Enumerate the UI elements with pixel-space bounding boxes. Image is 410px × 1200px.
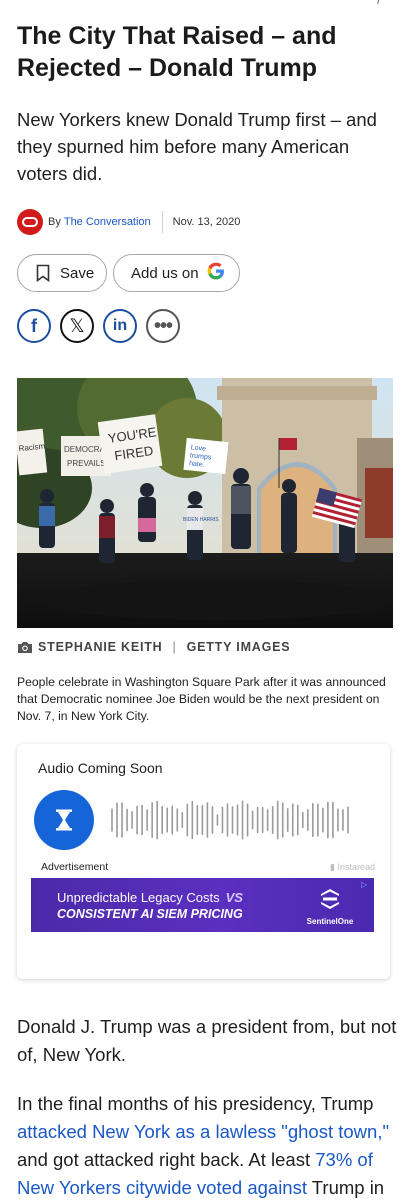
- audio-play-button[interactable]: [34, 790, 94, 850]
- ad-line1: Unpredictable Legacy Costs VS: [57, 890, 243, 905]
- credit-photographer: STEPHANIE KEITH: [38, 640, 163, 654]
- ad-vs: VS: [225, 890, 243, 905]
- ad-banner[interactable]: Unpredictable Legacy Costs VS CONSISTENT …: [31, 878, 374, 932]
- ad-line2: CONSISTENT AI SIEM PRICING: [57, 907, 243, 921]
- save-button-label: Save: [60, 264, 95, 282]
- byline-divider: [161, 211, 163, 233]
- audio-waveform: [111, 800, 349, 840]
- instaread-brand: ▮ Instaread: [330, 862, 375, 872]
- byline: By The Conversation Nov. 13, 2020: [17, 208, 240, 236]
- ad-brand-name: SentinelOne: [306, 917, 354, 926]
- para2-text-2: and got attacked right back. At least: [17, 1149, 316, 1170]
- ghost-town-link[interactable]: attacked New York as a lawless "ghost to…: [17, 1121, 389, 1142]
- instaread-label: Instaread: [337, 862, 375, 872]
- article-headline: The City That Raised – and Rejected – Do…: [17, 22, 337, 82]
- audio-title: Audio Coming Soon: [38, 760, 163, 776]
- body-paragraph-2: In the final months of his presidency, T…: [17, 1090, 402, 1200]
- save-button[interactable]: Save: [17, 254, 107, 292]
- google-g-icon: [207, 262, 225, 285]
- x-share-icon[interactable]: 𝕏: [60, 309, 94, 343]
- top-glyph: /: [377, 0, 380, 7]
- ad-line1-text: Unpredictable Legacy Costs: [57, 890, 220, 905]
- top-overflow-sliver: /: [0, 0, 410, 8]
- crowd-celebration-illustration: Racism DEMOCRACY PREVAILS YOU'RE FIRED L…: [17, 378, 393, 628]
- add-us-on-google-button[interactable]: Add us on: [113, 254, 240, 292]
- speech-bubble-icon[interactable]: [17, 209, 43, 235]
- credit-agency: GETTY IMAGES: [186, 640, 291, 654]
- article-subhead: New Yorkers knew Donald Trump first – an…: [17, 109, 377, 184]
- article-hero-photo: Racism DEMOCRACY PREVAILS YOU'RE FIRED L…: [17, 378, 393, 628]
- photo-caption: People celebrate in Washington Square Pa…: [17, 675, 386, 723]
- add-us-label: Add us on: [131, 264, 199, 282]
- byline-date: Nov. 13, 2020: [172, 216, 241, 228]
- photo-sign-democracy-2: PREVAILS: [67, 459, 106, 468]
- byline-source-link[interactable]: The Conversation: [64, 216, 151, 228]
- para2-text-1: In the final months of his presidency, T…: [17, 1093, 374, 1114]
- advertisement-label: Advertisement: [41, 861, 109, 873]
- ad-choices-icon[interactable]: ▷: [361, 880, 372, 891]
- more-share-icon[interactable]: •••: [146, 309, 180, 343]
- linkedin-share-icon[interactable]: in: [103, 309, 137, 343]
- camera-icon: [18, 641, 32, 653]
- body-paragraph-1: Donald J. Trump was a president from, bu…: [17, 1016, 397, 1065]
- audio-player-card: Audio Coming Soon Advertisement ▮ Instar…: [17, 744, 390, 979]
- bookmark-icon: [36, 264, 50, 282]
- facebook-share-icon[interactable]: f: [17, 309, 51, 343]
- photo-credit: STEPHANIE KEITH | GETTY IMAGES: [17, 640, 290, 654]
- sentinelone-logo-icon: [321, 889, 339, 909]
- credit-separator: |: [172, 640, 177, 654]
- ad-brand: SentinelOne: [297, 888, 363, 926]
- hourglass-icon: [56, 809, 72, 831]
- byline-by: By: [48, 216, 61, 228]
- photo-shirt-text: BIDEN HARRIS: [183, 517, 219, 523]
